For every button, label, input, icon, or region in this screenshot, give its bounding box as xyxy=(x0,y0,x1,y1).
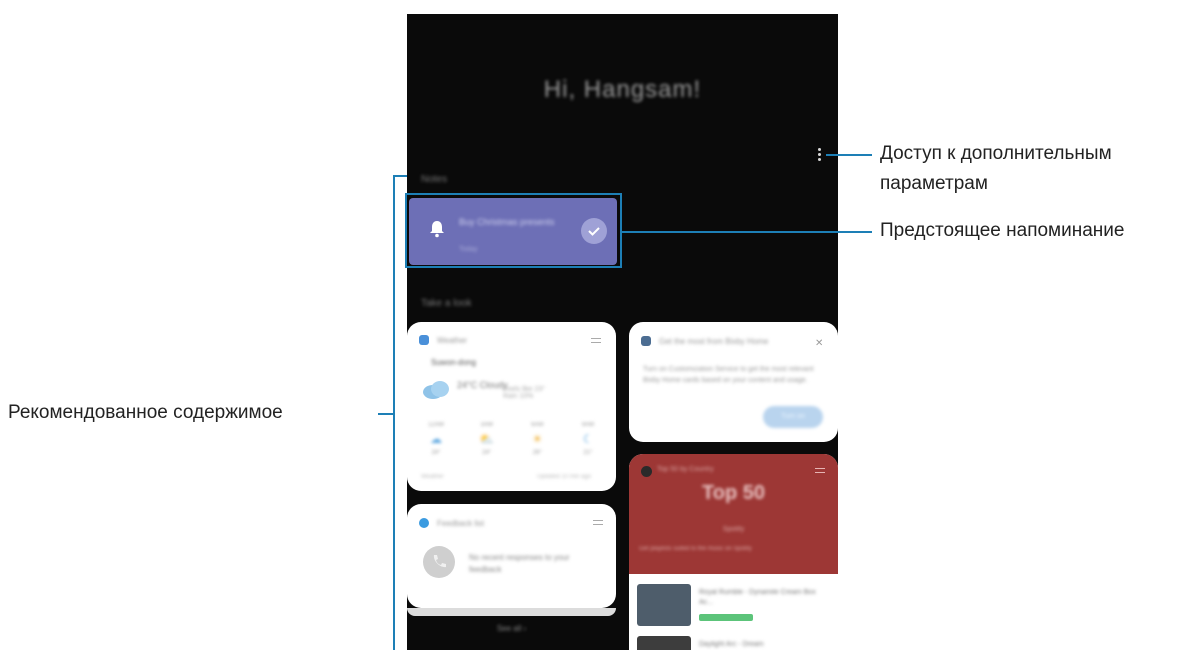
turn-on-button[interactable]: Turn on xyxy=(763,406,823,428)
close-icon[interactable]: ✕ xyxy=(815,338,823,349)
forecast-item: 9AM ☾ 21° xyxy=(569,422,607,456)
forecast-temp: 24° xyxy=(431,450,441,456)
music-card[interactable]: Top 50 by Country Top 50 Spotify Get pla… xyxy=(629,454,838,650)
forecast-temp: 21° xyxy=(583,450,593,456)
content-section-label: Take a look xyxy=(421,298,472,309)
forecast-time: 6AM xyxy=(531,422,544,428)
weather-footer-right: Updated 10 min ago xyxy=(537,474,592,480)
forecast-temp: 24° xyxy=(482,450,492,456)
phone-icon xyxy=(423,546,455,578)
track-progress xyxy=(699,614,753,621)
forecast-item: 12AM ☁ 24° xyxy=(417,422,455,456)
forecast-item: 3AM ⛅ 24° xyxy=(468,422,506,456)
spotify-icon xyxy=(641,466,652,477)
feedback-card-title: Feedback list xyxy=(437,519,485,528)
more-options-callout: Доступ к дополнительным параметрам xyxy=(880,143,1112,194)
more-options-callout-line xyxy=(826,154,872,156)
forecast-time: 3AM xyxy=(480,422,493,428)
bixby-icon xyxy=(641,336,651,346)
forecast-weather-icon: ☀ xyxy=(531,432,543,446)
reminder-callout: Предстоящее напоминание xyxy=(880,220,1125,241)
content-callout-line xyxy=(378,413,393,415)
forecast-weather-icon: ⛅ xyxy=(479,432,495,446)
feedback-card[interactable]: Feedback list No recent responses to you… xyxy=(407,504,616,608)
track-thumbnail xyxy=(637,636,691,650)
track-title: Daylight Arc - Dream xyxy=(699,641,764,648)
track-item[interactable]: Daylight Arc - Dream xyxy=(637,636,832,650)
see-all-link[interactable]: See all › xyxy=(407,624,616,633)
more-options-icon[interactable] xyxy=(817,148,823,164)
content-bracket-line xyxy=(393,175,395,650)
card-stack-edge xyxy=(407,608,616,616)
bixby-home-card[interactable]: Get the most from Bixby Home ✕ Turn on C… xyxy=(629,322,838,442)
weather-location: Suwon-dong xyxy=(431,358,476,367)
forecast-temp: 26° xyxy=(532,450,542,456)
music-big-title: Top 50 xyxy=(702,482,765,504)
track-item[interactable]: Royal Rumble - Dynamite Cream Box Ac... xyxy=(637,584,832,626)
forecast-weather-icon: ☾ xyxy=(582,432,594,446)
greeting-text: Hi, Hangsam! xyxy=(543,76,702,103)
music-note: Get playlists suited to the music on Spo… xyxy=(639,546,752,552)
content-bracket-top xyxy=(393,175,407,177)
card-menu-icon[interactable] xyxy=(591,338,601,346)
music-banner[interactable]: Top 50 by Country Top 50 Spotify Get pla… xyxy=(629,454,838,574)
reminder-callout-line xyxy=(622,231,872,233)
weather-app-name: Weather xyxy=(437,336,468,345)
forecast-weather-icon: ☁ xyxy=(430,432,442,446)
weather-app-icon xyxy=(419,335,429,345)
forecast-time: 9AM xyxy=(581,422,595,428)
track-thumbnail xyxy=(637,584,691,626)
feedback-menu-icon[interactable] xyxy=(593,520,603,528)
feedback-text: No recent responses to your feedback xyxy=(469,553,570,574)
track-title: Royal Rumble - Dynamite Cream Box Ac... xyxy=(699,589,816,606)
reminder-highlight-box xyxy=(405,193,622,268)
feedback-app-icon xyxy=(419,518,429,528)
weather-card[interactable]: Weather Suwon-dong 24°C Cloudy Feels lik… xyxy=(407,322,616,491)
music-menu-icon[interactable] xyxy=(815,468,825,476)
recommended-content-callout: Рекомендованное содержимое xyxy=(8,402,283,423)
bixby-card-title: Get the most from Bixby Home xyxy=(659,337,769,346)
forecast-item: 6AM ☀ 26° xyxy=(518,422,556,456)
weather-footer-left: Weather xyxy=(421,474,444,480)
bixby-card-text: Turn on Customization Service to get the… xyxy=(643,366,814,384)
reminder-section-label: Notes xyxy=(421,174,448,185)
phone-screen: Hi, Hangsam! Notes Buy Christmas present… xyxy=(407,14,838,650)
cloud-icon xyxy=(423,381,449,399)
music-subtitle: Spotify xyxy=(722,526,745,533)
forecast-time: 12AM xyxy=(428,422,444,428)
weather-desc: Feels like 23° Rain 10% xyxy=(503,386,546,400)
weather-forecast: 12AM ☁ 24° 3AM ⛅ 24° 6AM ☀ 26° 9AM ☾ 21° xyxy=(417,422,607,456)
weather-temp: 24°C Cloudy xyxy=(457,380,508,390)
music-card-title: Top 50 by Country xyxy=(657,466,714,473)
